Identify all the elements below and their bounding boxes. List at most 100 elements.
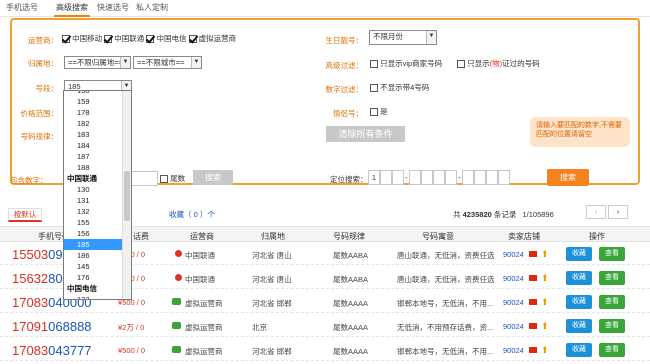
region-city-select[interactable]: ==不限城市== ▼ — [133, 56, 202, 69]
birthday-month-select[interactable]: 不限月份 ▼ — [369, 30, 437, 45]
tab-private-custom[interactable]: 私人定制 — [134, 2, 170, 13]
segment-option[interactable]: 130 — [64, 184, 131, 195]
vip-only-checkbox[interactable] — [370, 60, 378, 69]
dropdown-scrollbar[interactable] — [122, 91, 131, 299]
segment-option[interactable]: 132 — [64, 206, 131, 217]
meaning-cell: 无低消，不用预存话费，资... — [397, 323, 494, 332]
clear-all-button[interactable]: 清除所有条件 — [326, 126, 405, 142]
locate-digit-4[interactable] — [409, 170, 421, 185]
tab-advanced-search[interactable]: 高级搜索 — [54, 2, 90, 17]
dropdown-scroll-thumb[interactable] — [124, 171, 130, 221]
operator-virtual-label: 虚拟运营商 — [198, 34, 237, 43]
favorite-button[interactable]: 收藏 — [566, 271, 592, 285]
segment-option[interactable]: 156 — [64, 228, 131, 239]
operator-telecom-checkbox[interactable] — [146, 35, 155, 44]
locate-search-button[interactable]: 搜索 — [547, 169, 589, 186]
couple-checkbox[interactable] — [370, 108, 378, 117]
segment-option[interactable]: 187 — [64, 151, 131, 162]
tab-quick-select[interactable]: 快速选号 — [95, 2, 131, 13]
locate-digit-7[interactable] — [445, 170, 457, 185]
segment-option[interactable]: 145 — [64, 261, 131, 272]
segment-option[interactable]: 133 — [64, 294, 131, 299]
segment-option[interactable]: 183 — [64, 129, 131, 140]
arrow-up-icon: ⬆ — [541, 297, 549, 307]
view-button[interactable]: 查看 — [599, 343, 625, 357]
tail-label: 尾数 — [170, 174, 186, 183]
favorite-button[interactable]: 收藏 — [566, 343, 592, 357]
flag-icon — [529, 323, 537, 329]
col-operator: 运营商 — [190, 232, 214, 241]
view-button[interactable]: 查看 — [599, 271, 625, 285]
segment-option[interactable]: 182 — [64, 118, 131, 129]
phone-prefix: 15632 — [12, 271, 49, 286]
arrow-up-icon: ⬆ — [541, 273, 549, 283]
locate-tooltip: 请输入要匹配的数字,不需要匹配的位置请留空 — [530, 117, 630, 147]
tab-phone-select[interactable]: 手机选号 — [4, 2, 40, 13]
location-cell: 河北省 邯郸 — [252, 347, 292, 356]
col-meaning: 号码寓意 — [422, 232, 454, 241]
tail-checkbox[interactable] — [160, 175, 168, 184]
locate-digit-2[interactable] — [380, 170, 392, 185]
col-price: 话费 — [133, 232, 149, 241]
verified-only-checkbox[interactable] — [457, 60, 465, 69]
total-records: 共 4235820 条记录 1/105896 — [453, 209, 554, 220]
view-button[interactable]: 查看 — [599, 295, 625, 309]
operator-virtual-checkbox[interactable] — [188, 35, 197, 44]
segment-option[interactable]: 131 — [64, 195, 131, 206]
segment-option[interactable]: 184 — [64, 140, 131, 151]
locate-digit-10[interactable] — [486, 170, 498, 185]
total-suffix: 条记录 — [493, 210, 517, 219]
locate-digit-8[interactable] — [462, 170, 474, 185]
next-page-button[interactable]: › — [608, 205, 628, 219]
sort-default-tab[interactable]: 按默认 — [8, 208, 42, 222]
meaning-cell: 唐山联通，无低消，资费任选 — [397, 275, 495, 284]
operator-mobile-checkbox[interactable] — [62, 35, 70, 44]
locate-digit-9[interactable] — [474, 170, 486, 185]
contains-search-button[interactable]: 搜索 — [193, 170, 233, 185]
phone-number[interactable]: 17091068888 — [12, 319, 92, 334]
favorite-button[interactable]: 收藏 — [566, 319, 592, 333]
locate-digit-1[interactable]: 1 — [368, 170, 380, 185]
favorite-button[interactable]: 收藏 — [566, 295, 592, 309]
locate-digit-6[interactable] — [433, 170, 445, 185]
locate-digit-11[interactable] — [498, 170, 510, 185]
shop-id[interactable]: 90024 — [503, 346, 524, 355]
segment-option[interactable]: 159 — [64, 96, 131, 107]
locate-digit-3[interactable] — [392, 170, 404, 185]
location-cell: 北京 — [252, 323, 267, 332]
segment-option[interactable]: 185 — [64, 239, 131, 250]
no-four-checkbox[interactable] — [370, 84, 378, 93]
chevron-right-icon: › — [616, 207, 620, 216]
view-button[interactable]: 查看 — [599, 247, 625, 261]
favorites-count[interactable]: 收藏（ 0 ）个 — [169, 209, 215, 220]
virtual-operator-icon — [172, 322, 181, 329]
virtual-operator-icon — [172, 346, 181, 353]
operator-unicom-checkbox[interactable] — [104, 35, 113, 44]
top-tab-bar: 手机选号 高级搜索 快速选号 私人定制 — [0, 0, 650, 17]
table-row: 17083043777 ¥500 / 0 虚拟运营商 河北省 邯郸 尾数AAAA 邯郸本地… — [0, 339, 650, 361]
operator-mobile-label: 中国移动 — [72, 34, 103, 43]
shop-id[interactable]: 90024 — [503, 322, 524, 331]
segment-option[interactable]: 176 — [64, 272, 131, 283]
location-cell: 河北省 唐山 — [252, 275, 292, 284]
view-button[interactable]: 查看 — [599, 319, 625, 333]
favorite-button[interactable]: 收藏 — [566, 247, 592, 261]
chevron-left-icon: ‹ — [594, 207, 598, 216]
pattern-cell: 尾数AAAA — [333, 299, 369, 308]
shop-id[interactable]: 90024 — [503, 298, 524, 307]
shop-id[interactable]: 90024 — [503, 250, 524, 259]
birthday-month-value: 不限月份 — [373, 32, 403, 41]
locate-digit-5[interactable] — [421, 170, 433, 185]
segment-option[interactable]: 186 — [64, 250, 131, 261]
segment-option[interactable]: 188 — [64, 162, 131, 173]
contains-input[interactable] — [130, 171, 158, 186]
shop-id[interactable]: 90024 — [503, 274, 524, 283]
segment-option[interactable]: 155 — [64, 217, 131, 228]
couple-yes-label: 是 — [380, 107, 388, 116]
segment-option[interactable]: 178 — [64, 107, 131, 118]
region-province-select[interactable]: ==不限归属地== ▼ — [64, 56, 131, 69]
phone-number[interactable]: 17083043777 — [12, 343, 92, 358]
phone-prefix: 17091 — [12, 319, 49, 334]
prev-page-button[interactable]: ‹ — [586, 205, 606, 219]
segment-dropdown-list[interactable]: 158 159 178 182 183 184 187 188 中国联通 130 131 132 155… — [63, 90, 132, 300]
